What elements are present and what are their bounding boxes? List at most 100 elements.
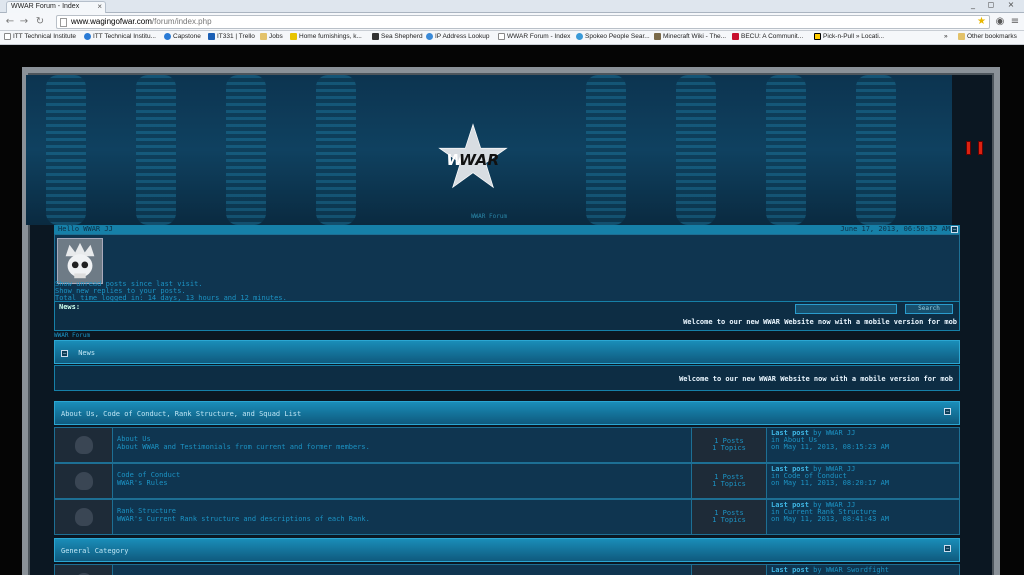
board-description: WWAR's Rules: [117, 479, 168, 487]
bookmark-label: Sea Shepherd: [381, 33, 423, 40]
board-name[interactable]: Code of Conduct: [117, 471, 180, 479]
user-bar: Hello WWAR JJ June 17, 2013, 06:50:12 AM…: [54, 225, 960, 234]
wwar-logo[interactable]: W WAR: [438, 123, 508, 193]
other-bookmarks-folder[interactable]: Other bookmarks: [958, 33, 1017, 40]
bookmark-item[interactable]: BECU: A Communit...: [732, 33, 803, 40]
last-post-label[interactable]: Last post: [771, 566, 809, 574]
last-post: Last post by WWAR JJ in About Us on May …: [771, 430, 889, 451]
last-post: Last post by WWAR Swordfight: [771, 567, 889, 574]
bookmark-item[interactable]: Spokeo People Sear...: [576, 33, 650, 40]
collapse-toggle[interactable]: −: [944, 545, 951, 552]
bookmark-item[interactable]: Home furnishings, k...: [290, 33, 362, 40]
board-description: About WWAR and Testimonials from current…: [117, 443, 370, 451]
skull-crown-icon: [65, 242, 95, 279]
search-button[interactable]: Search: [905, 304, 953, 314]
news-section-header: − News: [54, 340, 960, 364]
banner-pillar: [766, 75, 806, 225]
bookmark-item[interactable]: IT331 | Trello: [208, 33, 255, 40]
page-icon: [4, 33, 11, 40]
collapse-toggle[interactable]: −: [61, 350, 68, 357]
topics-count: 1 Topics: [712, 444, 746, 452]
board-stats: 1 Posts 1 Topics: [691, 500, 767, 534]
bookmark-label: BECU: A Communit...: [741, 33, 804, 40]
board-row: Code of Conduct WWAR's Rules 1 Posts 1 T…: [54, 463, 960, 499]
last-post-date: on May 11, 2013, 08:15:23 AM: [771, 443, 890, 451]
news-section-title: News: [78, 349, 96, 357]
site-banner: W WAR WWAR Forum: [26, 75, 952, 225]
bookmarks-overflow[interactable]: »: [944, 33, 948, 40]
banner-caption: WWAR Forum: [470, 213, 508, 220]
forum-breadcrumb[interactable]: WWAR Forum: [54, 332, 90, 339]
board-icon: [55, 500, 113, 534]
menu-icon[interactable]: ≡: [1009, 16, 1021, 28]
bookmark-item[interactable]: ITT Technical Institu...: [84, 33, 156, 40]
url-domain: www.wagingofwar.com: [71, 17, 152, 26]
close-window-button[interactable]: ×: [1004, 0, 1018, 10]
globe-icon: [164, 33, 171, 40]
maximize-button[interactable]: ◻: [984, 0, 998, 10]
topics-count: 1 Topics: [712, 516, 746, 524]
category-title[interactable]: General Category: [61, 547, 128, 555]
bookmark-item[interactable]: IP Address Lookup: [426, 33, 489, 40]
last-post-author[interactable]: by WWAR JJ: [813, 429, 855, 437]
last-post: Last post by WWAR JJ in Code of Conduct …: [771, 466, 889, 487]
avatar[interactable]: [57, 238, 103, 284]
bookmark-item[interactable]: WWAR Forum - Index: [498, 33, 570, 40]
board-name[interactable]: Rank Structure: [117, 507, 176, 515]
bookmark-label: Home furnishings, k...: [299, 33, 362, 40]
category-title[interactable]: About Us, Code of Conduct, Rank Structur…: [61, 410, 301, 418]
board-stats: [691, 565, 767, 575]
minimize-button[interactable]: _: [966, 0, 980, 10]
bookmark-item[interactable]: Pick-n-Pull » Locati...: [814, 33, 884, 40]
board-stats: 1 Posts 1 Topics: [691, 428, 767, 462]
greeting: Hello WWAR JJ: [58, 225, 113, 233]
board-description: WWAR's Current Rank structure and descri…: [117, 515, 370, 523]
bookmark-item[interactable]: Capstone: [164, 33, 201, 40]
board-row: About Us About WWAR and Testimonials fro…: [54, 427, 960, 463]
bookmark-label: IP Address Lookup: [435, 33, 490, 40]
bookmark-star-icon[interactable]: ★: [977, 16, 986, 27]
last-post-date: on May 11, 2013, 08:20:17 AM: [771, 479, 890, 487]
topics-count: 1 Topics: [712, 480, 746, 488]
board-icon: [55, 565, 113, 575]
reload-icon[interactable]: ↻: [34, 16, 46, 28]
extension-icon[interactable]: ◉: [994, 16, 1006, 28]
datetime: June 17, 2013, 06:50:12 AM: [840, 225, 950, 233]
back-arrow-icon[interactable]: ←: [4, 16, 16, 28]
minecraft-icon: [654, 33, 661, 40]
skull-icon: [75, 508, 93, 526]
last-post-author[interactable]: by WWAR Swordfight: [813, 566, 889, 574]
collapse-toggle[interactable]: −: [944, 408, 951, 415]
ip-lookup-icon: [426, 33, 433, 40]
url-path: /forum/index.php: [151, 17, 212, 26]
ikea-icon: [290, 33, 297, 40]
category-header: About Us, Code of Conduct, Rank Structur…: [54, 401, 960, 425]
forward-arrow-icon[interactable]: →: [18, 16, 30, 28]
tab-close-icon[interactable]: ×: [97, 2, 102, 11]
board-icon: [55, 428, 113, 462]
board-name[interactable]: About Us: [117, 435, 151, 443]
collapse-toggle[interactable]: −: [951, 226, 958, 233]
bookmark-label: ITT Technical Institu...: [93, 33, 156, 40]
last-post: Last post by WWAR JJ in Current Rank Str…: [771, 502, 889, 523]
bookmark-item[interactable]: ITT Technical Institute: [4, 33, 76, 40]
browser-tab[interactable]: WWAR Forum - Index ×: [6, 1, 106, 13]
bookmark-item[interactable]: Minecraft Wiki - The...: [654, 33, 726, 40]
banner-pillar: [136, 75, 176, 225]
banner-pillar: [316, 75, 356, 225]
banner-pillar: [856, 75, 896, 225]
bookmark-folder-jobs[interactable]: Jobs: [260, 33, 283, 40]
news-search-bar: News: Search Welcome to our new WWAR Web…: [54, 301, 960, 331]
folder-icon: [958, 33, 965, 40]
bookmark-label: Other bookmarks: [967, 33, 1017, 40]
news-ticker: Welcome to our new WWAR Website now with…: [679, 375, 953, 383]
pick-n-pull-icon: [814, 33, 821, 40]
bookmark-item[interactable]: Sea Shepherd: [372, 33, 423, 40]
address-bar[interactable]: www.wagingofwar.com/forum/index.php ★: [56, 15, 990, 29]
globe-icon: [84, 33, 91, 40]
search-input[interactable]: [795, 304, 897, 314]
red-light-icon: [978, 141, 983, 155]
skull-icon: [75, 472, 93, 490]
bookmark-label: Capstone: [173, 33, 201, 40]
browser-toolbar: ← → ↻ www.wagingofwar.com/forum/index.ph…: [0, 13, 1024, 31]
